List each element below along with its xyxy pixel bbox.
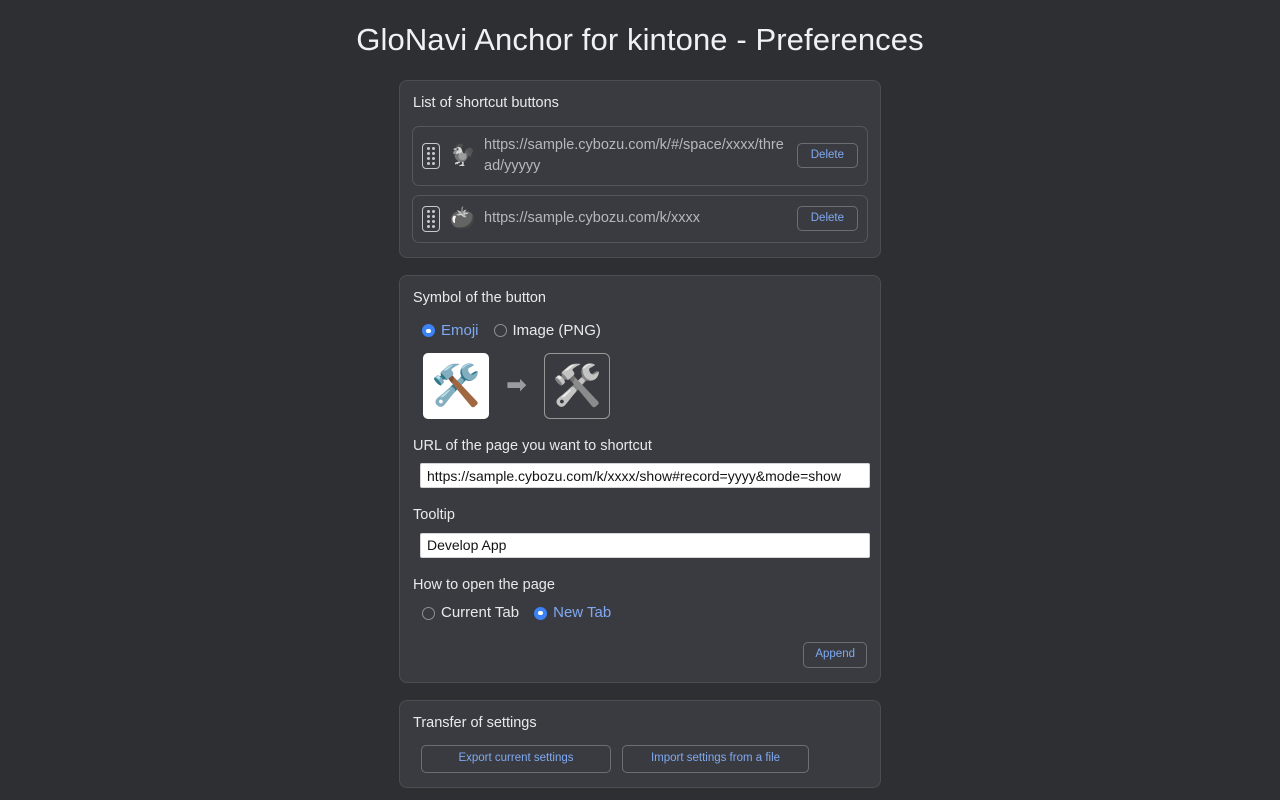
- radio-indicator-image-png[interactable]: [493, 324, 507, 338]
- export-settings-button[interactable]: Export current settings: [421, 745, 611, 774]
- radio-label-new-tab: New Tab: [553, 604, 612, 622]
- url-field-label: URL of the page you want to shortcut: [413, 437, 652, 454]
- emoji-picker-button[interactable]: 🛠️: [423, 352, 489, 419]
- shortcut-url-text: https://sample.cybozu.com/k/xxxx: [484, 210, 700, 227]
- symbol-preview-row: 🛠️ ➡ 🛠️: [412, 340, 868, 419]
- radio-indicator-emoji[interactable]: [422, 324, 435, 338]
- radio-label-image-png: Image (PNG): [512, 321, 601, 339]
- transfer-panel-title: Transfer of settings: [413, 714, 537, 731]
- symbol-preview-box: 🛠️: [543, 352, 610, 419]
- tooltip-field-label: Tooltip: [413, 507, 455, 524]
- shortcut-list-title: List of shortcut buttons: [413, 95, 559, 112]
- import-settings-button[interactable]: Import settings from a file: [622, 745, 809, 774]
- shortcut-url-text: https://sample.cybozu.com/k/#/space/xxxx…: [484, 136, 784, 174]
- open-method-radio-group: Current Tab New Tab: [412, 602, 868, 622]
- shortcut-emoji-icon: 🐓: [449, 144, 477, 168]
- shortcut-list-item[interactable]: 🐓 https://sample.cybozu.com/k/#/space/xx…: [412, 125, 868, 186]
- open-method-label: How to open the page: [413, 576, 555, 593]
- page-title: GloNavi Anchor for kintone - Preferences: [356, 22, 924, 57]
- radio-label-current-tab: Current Tab: [441, 604, 520, 622]
- symbol-type-radio-group: Emoji Image (PNG): [412, 320, 868, 340]
- radio-label-emoji: Emoji: [441, 321, 479, 339]
- symbol-panel: Symbol of the button Emoji Image (PNG) 🛠…: [399, 274, 881, 683]
- delete-button[interactable]: Delete: [796, 142, 858, 169]
- preferences-content: List of shortcut buttons 🐓 https://sampl…: [399, 58, 881, 789]
- delete-button[interactable]: Delete: [796, 205, 858, 232]
- radio-indicator-new-tab[interactable]: [534, 606, 548, 620]
- radio-option-current-tab[interactable]: Current Tab: [422, 604, 519, 622]
- radio-option-emoji[interactable]: Emoji: [422, 322, 479, 340]
- append-row: Append: [412, 622, 868, 668]
- symbol-panel-title: Symbol of the button: [413, 289, 546, 306]
- url-input[interactable]: [420, 463, 870, 489]
- drag-handle-icon[interactable]: [422, 205, 440, 232]
- tooltip-input[interactable]: [420, 532, 870, 558]
- drag-handle-icon[interactable]: [422, 142, 440, 169]
- transfer-panel: Transfer of settings Export current sett…: [399, 699, 881, 789]
- radio-indicator-current-tab[interactable]: [422, 606, 435, 620]
- shortcut-list-panel: List of shortcut buttons 🐓 https://sampl…: [399, 80, 881, 258]
- arrow-right-icon: ➡: [506, 371, 527, 400]
- radio-option-new-tab[interactable]: New Tab: [534, 604, 611, 622]
- transfer-buttons: Export current settings Import settings …: [412, 745, 868, 774]
- shortcut-list-item[interactable]: 🍅 https://sample.cybozu.com/k/xxxx Delet…: [412, 194, 868, 243]
- shortcut-emoji-icon: 🍅: [449, 207, 477, 231]
- radio-option-image-png[interactable]: Image (PNG): [493, 321, 601, 340]
- append-button[interactable]: Append: [803, 642, 867, 668]
